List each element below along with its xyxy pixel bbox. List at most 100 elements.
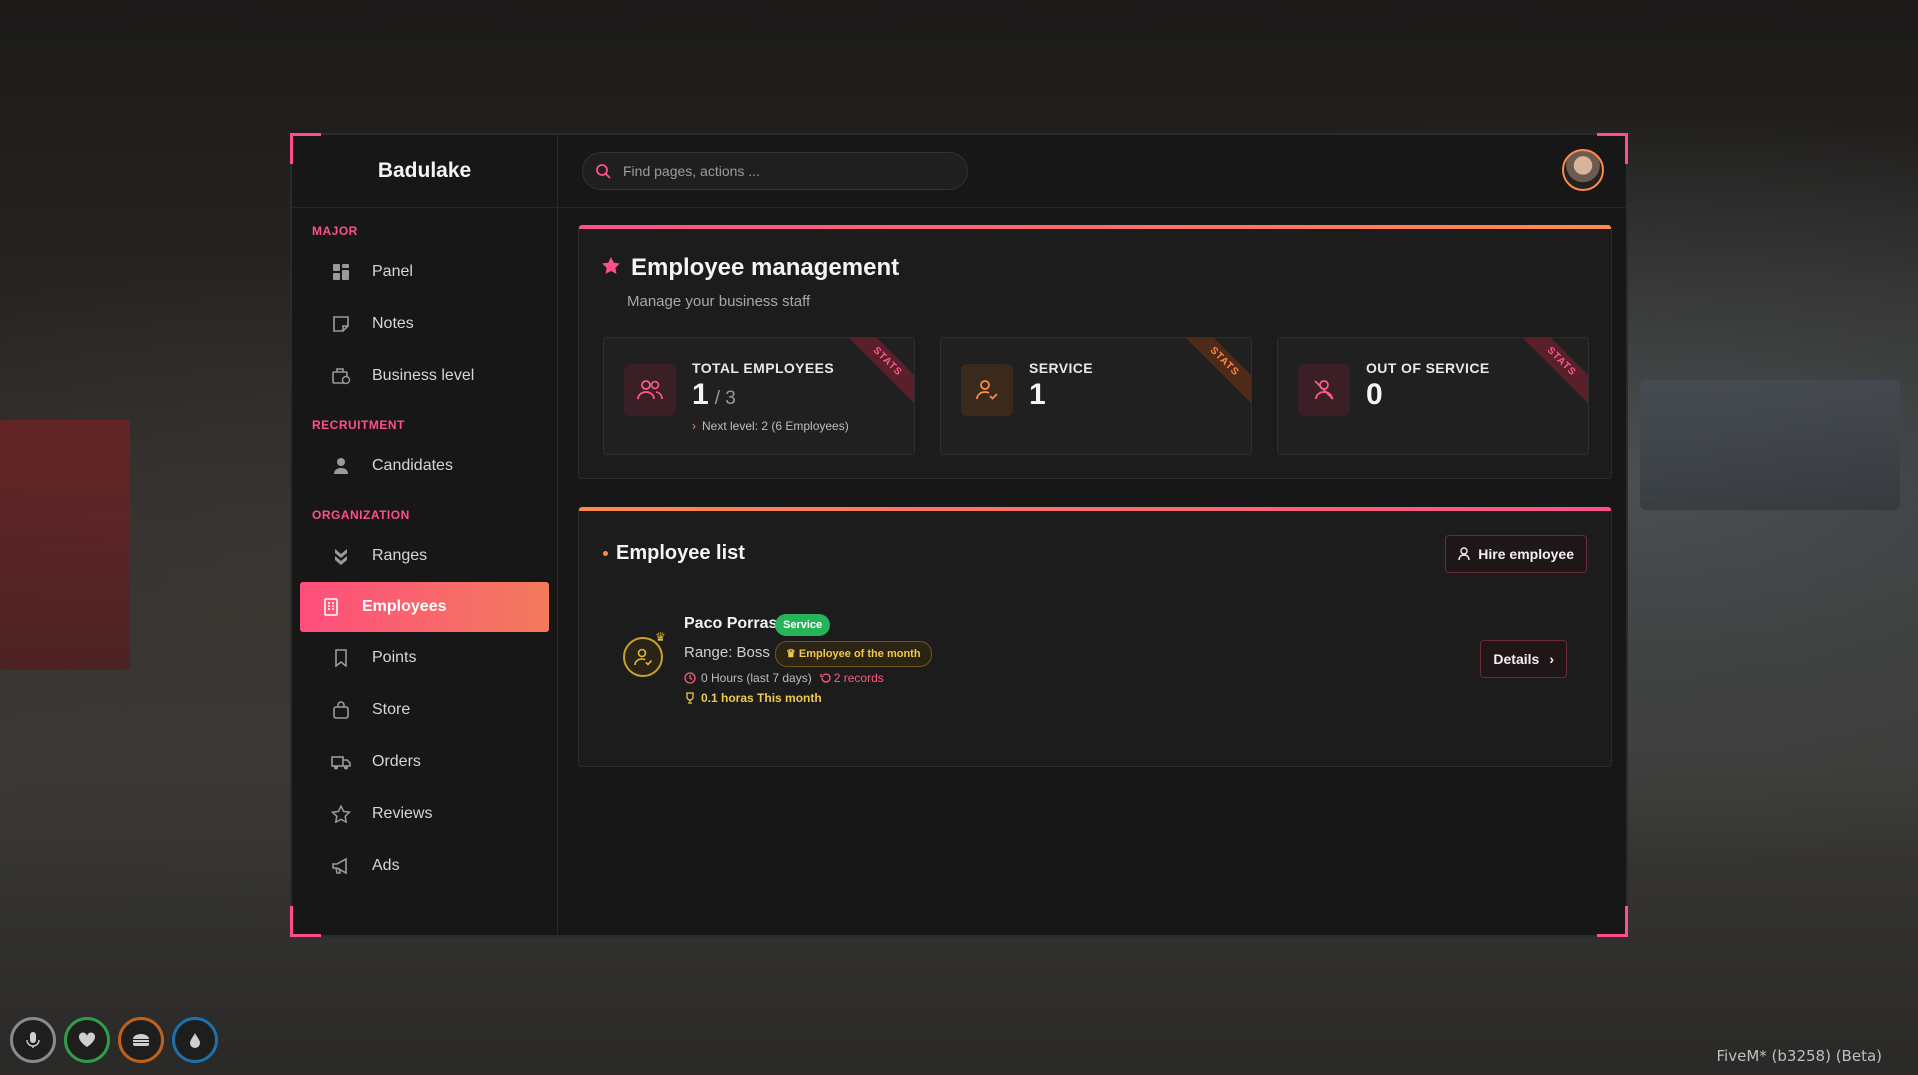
chevron-right-icon: › [692, 419, 696, 433]
employee-of-month-label: Employee of the month [798, 648, 921, 660]
note-icon [330, 313, 352, 335]
microphone-icon [10, 1017, 56, 1063]
sidebar: Badulake MAJOR Panel Notes Business leve… [292, 135, 558, 935]
version-label: FiveM* (b3258) (Beta) [1716, 1047, 1882, 1065]
sidebar-item-label: Ads [372, 857, 400, 874]
section-title-organization: ORGANIZATION [312, 508, 410, 522]
clock-icon [684, 672, 696, 684]
details-label: Details [1493, 651, 1540, 667]
section-title-major: MAJOR [312, 224, 358, 238]
stat-label: SERVICE [1029, 360, 1094, 376]
sidebar-item-ads[interactable]: Ads [300, 840, 549, 892]
search-icon [595, 163, 611, 179]
bookmark-icon [330, 647, 352, 669]
sidebar-item-label: Business level [372, 367, 475, 384]
chevron-right-icon: › [1549, 651, 1554, 667]
background-vending-machine [0, 420, 130, 670]
records: 2 records [820, 671, 884, 685]
heart-icon [64, 1017, 110, 1063]
game-hud [10, 1017, 218, 1063]
user-avatar[interactable] [1562, 149, 1604, 191]
stats-ribbon: STATS [1515, 338, 1588, 408]
crown-icon: ♛ [655, 630, 666, 644]
trophy-icon [686, 692, 694, 704]
sidebar-item-points[interactable]: Points [300, 632, 549, 684]
level-icon [330, 365, 352, 387]
page-title: Employee management [631, 254, 900, 281]
stat-card-out-of-service: STATS OUT OF SERVICE 0 [1277, 337, 1589, 455]
hours-text: 0 Hours (last 7 days) [701, 671, 812, 685]
bag-icon [330, 699, 352, 721]
water-icon [172, 1017, 218, 1063]
sidebar-item-business-level[interactable]: Business level [300, 350, 549, 402]
app-window: Badulake MAJOR Panel Notes Business leve… [290, 133, 1628, 937]
building-icon [320, 596, 342, 618]
sidebar-item-reviews[interactable]: Reviews [300, 788, 549, 840]
sidebar-item-ranges[interactable]: Ranges [300, 530, 549, 582]
grid-icon [330, 261, 352, 283]
user-plus-icon [1458, 547, 1470, 561]
sidebar-item-orders[interactable]: Orders [300, 736, 549, 788]
stats-ribbon: STATS [841, 338, 914, 408]
chevrons-icon [330, 545, 352, 567]
month-hours-text: 0.1 horas This month [701, 691, 822, 705]
employee-of-month-badge: ♛ Employee of the month [775, 641, 932, 667]
megaphone-icon [330, 855, 352, 877]
bullet-icon [603, 551, 608, 556]
card-accent-line [579, 225, 1611, 229]
app-title: Badulake [292, 135, 557, 208]
sidebar-item-label: Employees [362, 598, 447, 615]
sidebar-item-label: Orders [372, 753, 421, 770]
employee-month-hours: 0.1 horas This month [684, 691, 822, 705]
sidebar-item-label: Reviews [372, 805, 433, 822]
sidebar-item-label: Panel [372, 263, 413, 280]
sidebar-item-panel[interactable]: Panel [300, 246, 549, 298]
stat-max: / 3 [714, 388, 736, 409]
sidebar-item-candidates[interactable]: Candidates [300, 440, 549, 492]
management-title-row: Employee management [601, 254, 899, 282]
employee-management-card: Employee management Manage your business… [578, 225, 1612, 479]
user-icon [330, 455, 352, 477]
employee-hours: 0 Hours (last 7 days) 2 records [684, 671, 884, 685]
sidebar-item-store[interactable]: Store [300, 684, 549, 736]
sidebar-item-label: Points [372, 649, 417, 666]
details-button[interactable]: Details › [1480, 640, 1567, 678]
employee-range: Range: Boss [684, 644, 770, 661]
sidebar-item-label: Notes [372, 315, 414, 332]
sidebar-item-employees[interactable]: Employees [300, 582, 549, 632]
star-icon [330, 803, 352, 825]
background-truck [1640, 380, 1900, 510]
truck-icon [330, 751, 352, 773]
employee-name: Paco Porras [684, 615, 778, 632]
search-bar[interactable] [582, 152, 968, 190]
card-accent-line [579, 507, 1611, 511]
hire-employee-button[interactable]: Hire employee [1445, 535, 1587, 573]
employee-list-title-row: Employee list [603, 542, 745, 565]
user-check-icon [961, 364, 1013, 416]
employee-list-card: Employee list Hire employee ♛ Paco Porra… [578, 507, 1612, 767]
stat-next-level-text: Next level: 2 (6 Employees) [702, 419, 849, 433]
stats-ribbon: STATS [1178, 338, 1251, 408]
status-badge: Service [775, 614, 831, 636]
stat-label: OUT OF SERVICE [1366, 360, 1490, 376]
stat-label: TOTAL EMPLOYEES [692, 360, 835, 376]
food-icon [118, 1017, 164, 1063]
sidebar-item-label: Store [372, 701, 411, 718]
stat-next-level: › Next level: 2 (6 Employees) [692, 419, 849, 433]
stat-value-number: 1 [692, 378, 709, 411]
user-x-icon [1298, 364, 1350, 416]
star-icon [601, 256, 621, 280]
frame-corner [1597, 906, 1628, 937]
user-check-icon [634, 648, 653, 666]
users-icon [624, 364, 676, 416]
stat-value: 1 [1029, 378, 1046, 411]
records-text: 2 records [833, 671, 884, 685]
crown-icon: ♛ [786, 648, 799, 660]
section-title: Employee list [616, 542, 745, 564]
sidebar-item-notes[interactable]: Notes [300, 298, 549, 350]
stat-card-service: STATS SERVICE 1 [940, 337, 1252, 455]
stat-value: 0 [1366, 378, 1383, 411]
search-input[interactable] [621, 162, 945, 180]
section-title-recruitment: RECRUITMENT [312, 418, 405, 432]
stat-card-total-employees: STATS TOTAL EMPLOYEES 1/ 3 › Next level: … [603, 337, 915, 455]
